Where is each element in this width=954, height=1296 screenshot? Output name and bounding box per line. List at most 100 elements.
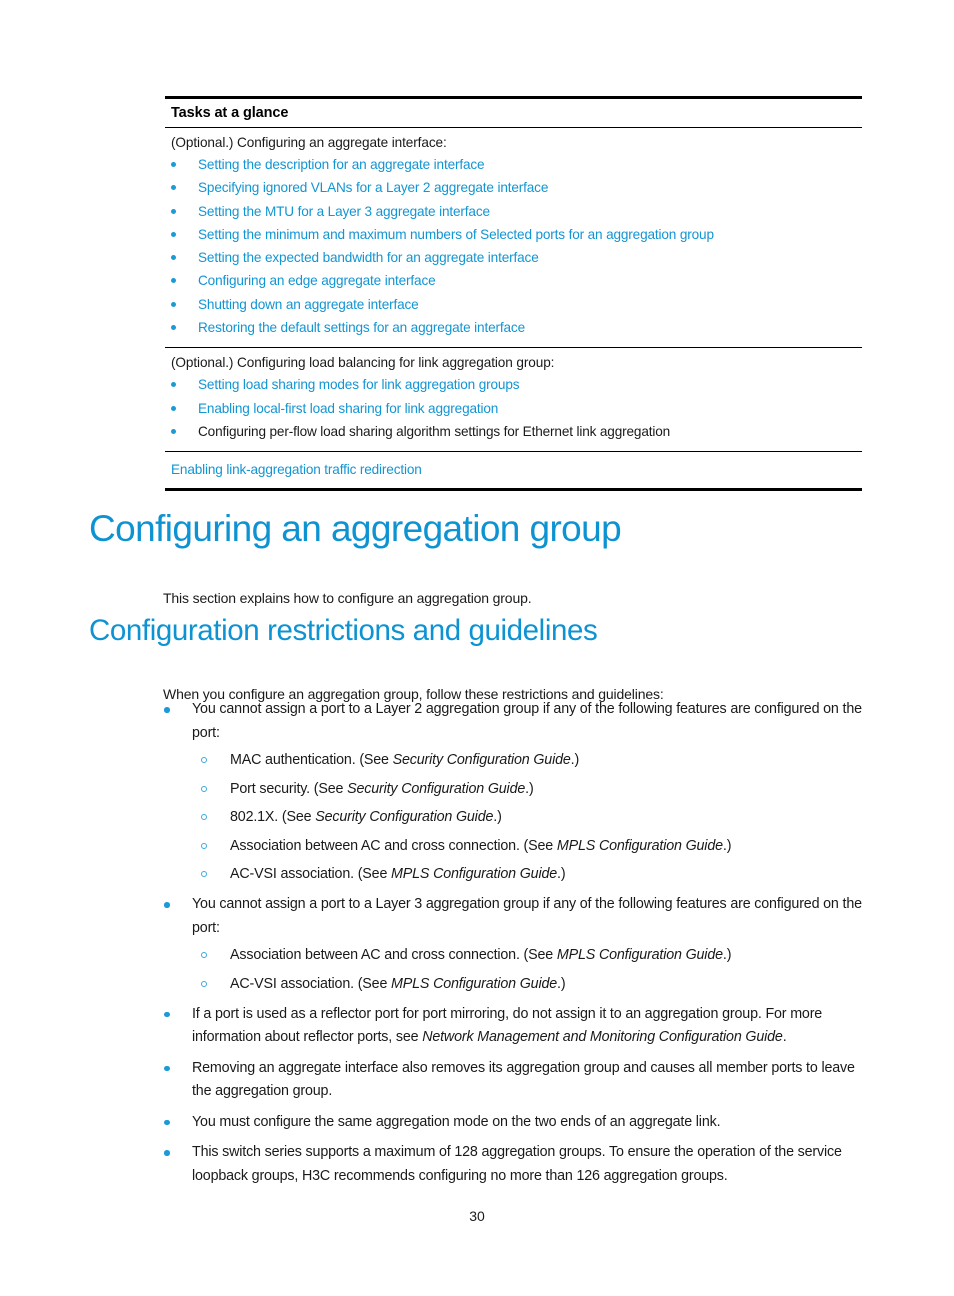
task-link[interactable]: Setting the MTU for a Layer 3 aggregate … xyxy=(198,204,490,219)
list-item: You cannot assign a port to a Layer 3 ag… xyxy=(163,893,870,996)
bullet-dot-icon xyxy=(171,405,176,411)
section-intro: (Optional.) Configuring load balancing f… xyxy=(171,355,555,371)
bullet-circle-icon xyxy=(201,871,207,877)
list-item: Setting load sharing modes for link aggr… xyxy=(171,373,856,396)
sub-item-tail: .) xyxy=(557,975,566,992)
page-title: Configuring an aggregation group xyxy=(89,508,622,549)
sub-item-tail: .) xyxy=(493,809,502,825)
bullet-dot-icon xyxy=(171,208,176,214)
sub-list-item: AC-VSI association. (See MPLS Configurat… xyxy=(192,973,870,996)
table-row: Enabling link-aggregation traffic redire… xyxy=(165,451,862,488)
sub-list-item: Association between AC and cross connect… xyxy=(192,944,870,967)
sub-item-tail: .) xyxy=(557,866,566,882)
page-number: 30 xyxy=(469,1208,485,1224)
sub-item-text: AC-VSI association. (See xyxy=(230,975,392,992)
list-item-tail: . xyxy=(782,1029,787,1045)
section-heading: Configuration restrictions and guideline… xyxy=(89,614,598,647)
list-item-text: You cannot assign a port to a Layer 2 ag… xyxy=(192,701,862,741)
bullet-dot-icon xyxy=(171,325,176,331)
bullet-dot-icon xyxy=(171,162,176,167)
list-item: Setting the MTU for a Layer 3 aggregate … xyxy=(171,200,856,223)
bullet-dot-icon xyxy=(171,255,176,261)
bullet-dot-icon xyxy=(171,185,176,191)
guidelines-list: You cannot assign a port to a Layer 2 ag… xyxy=(163,698,870,1195)
sub-item-tail: .) xyxy=(722,947,732,963)
task-link[interactable]: Enabling local-first load sharing for li… xyxy=(198,401,498,416)
bullet-dot-icon xyxy=(164,1065,170,1071)
section-intro: (Optional.) Configuring an aggregate int… xyxy=(171,135,447,150)
bullet-dot-icon xyxy=(171,382,176,388)
sub-item-text: 802.1X. (See xyxy=(230,809,316,825)
guide-name: MPLS Configuration Guide xyxy=(391,866,558,882)
list-item: Configuring an edge aggregate interface xyxy=(171,269,856,292)
sub-item-tail: .) xyxy=(525,780,534,797)
table-row: (Optional.) Configuring an aggregate int… xyxy=(165,128,862,347)
bullet-circle-icon xyxy=(201,814,207,820)
task-link[interactable]: Setting the expected bandwidth for an ag… xyxy=(198,250,539,265)
bullet-dot-icon xyxy=(164,1011,170,1017)
guide-name: Security Configuration Guide xyxy=(315,809,494,825)
bullet-dot-icon xyxy=(164,707,170,713)
bullet-circle-icon xyxy=(201,952,207,958)
list-item: Enabling local-first load sharing for li… xyxy=(171,397,856,420)
section-intro-paragraph: This section explains how to configure a… xyxy=(163,590,532,606)
bullet-dot-icon xyxy=(164,902,170,908)
task-link[interactable]: Specifying ignored VLANs for a Layer 2 a… xyxy=(198,180,548,195)
task-link[interactable]: Setting the description for an aggregate… xyxy=(198,157,485,172)
bullet-dot-icon xyxy=(171,278,176,284)
list-item: Removing an aggregate interface also rem… xyxy=(163,1057,870,1104)
bullet-dot-icon xyxy=(171,231,176,237)
task-link[interactable]: Setting load sharing modes for link aggr… xyxy=(198,377,520,392)
sub-list-item: Port security. (See Security Configurati… xyxy=(192,778,870,801)
sub-item-tail: .) xyxy=(570,752,580,768)
guide-name: MPLS Configuration Guide xyxy=(391,975,558,992)
list-item: If a port is used as a reflector port fo… xyxy=(163,1003,870,1050)
list-item-text: This switch series supports a maximum of… xyxy=(192,1144,842,1184)
list-item-text: You must configure the same aggregation … xyxy=(192,1113,721,1130)
list-item-text: You cannot assign a port to a Layer 3 ag… xyxy=(192,896,862,936)
sub-list-item: 802.1X. (See Security Configuration Guid… xyxy=(192,806,870,829)
list-item: Specifying ignored VLANs for a Layer 2 a… xyxy=(171,176,856,199)
document-page: Tasks at a glance (Optional.) Configurin… xyxy=(0,0,954,1296)
sub-item-text: AC-VSI association. (See xyxy=(230,866,392,882)
table-row: (Optional.) Configuring load balancing f… xyxy=(165,347,862,451)
tasks-at-a-glance-table: Tasks at a glance (Optional.) Configurin… xyxy=(165,96,862,492)
sub-item-text: MAC authentication. (See xyxy=(230,752,393,768)
sub-item-text: Association between AC and cross connect… xyxy=(230,947,557,963)
table-header-label: Tasks at a glance xyxy=(171,105,289,121)
list-item: Restoring the default settings for an ag… xyxy=(171,316,856,339)
task-link[interactable]: Configuring an edge aggregate interface xyxy=(198,273,436,288)
table-header-row: Tasks at a glance xyxy=(165,99,862,128)
guide-name: MPLS Configuration Guide xyxy=(556,947,723,963)
list-item: This switch series supports a maximum of… xyxy=(163,1141,870,1188)
list-item: Shutting down an aggregate interface xyxy=(171,293,856,316)
list-item: You cannot assign a port to a Layer 2 ag… xyxy=(163,698,870,886)
list-item: You must configure the same aggregation … xyxy=(163,1111,870,1135)
bullet-circle-icon xyxy=(201,785,207,792)
list-item: Setting the minimum and maximum numbers … xyxy=(171,223,856,246)
task-text: Configuring per-flow load sharing algori… xyxy=(198,423,671,439)
task-link[interactable]: Setting the minimum and maximum numbers … xyxy=(198,227,714,242)
list-item: Setting the description for an aggregate… xyxy=(171,153,856,176)
guide-name: Network Management and Monitoring Config… xyxy=(422,1029,783,1045)
sub-list: MAC authentication. (See Security Config… xyxy=(192,749,870,886)
sub-list-item: Association between AC and cross connect… xyxy=(192,835,870,858)
list-item: Configuring per-flow load sharing algori… xyxy=(171,420,856,443)
bullet-circle-icon xyxy=(201,842,207,849)
sub-list-item: MAC authentication. (See Security Config… xyxy=(192,749,870,772)
guide-name: MPLS Configuration Guide xyxy=(556,837,723,854)
bullet-dot-icon xyxy=(171,428,176,434)
bullet-dot-icon xyxy=(171,301,176,307)
task-link[interactable]: Shutting down an aggregate interface xyxy=(198,297,419,312)
task-link[interactable]: Enabling link-aggregation traffic redire… xyxy=(171,462,422,477)
task-link-list: Setting the description for an aggregate… xyxy=(171,153,856,339)
list-item-text: Removing an aggregate interface also rem… xyxy=(192,1059,855,1100)
bullet-dot-icon xyxy=(164,1119,170,1125)
sub-item-text: Port security. (See xyxy=(230,780,348,797)
sub-item-tail: .) xyxy=(722,837,732,854)
task-link[interactable]: Restoring the default settings for an ag… xyxy=(198,320,525,335)
guide-name: Security Configuration Guide xyxy=(392,752,571,768)
bullet-circle-icon xyxy=(201,980,207,987)
guide-name: Security Configuration Guide xyxy=(347,780,526,797)
sub-item-text: Association between AC and cross connect… xyxy=(230,837,557,854)
